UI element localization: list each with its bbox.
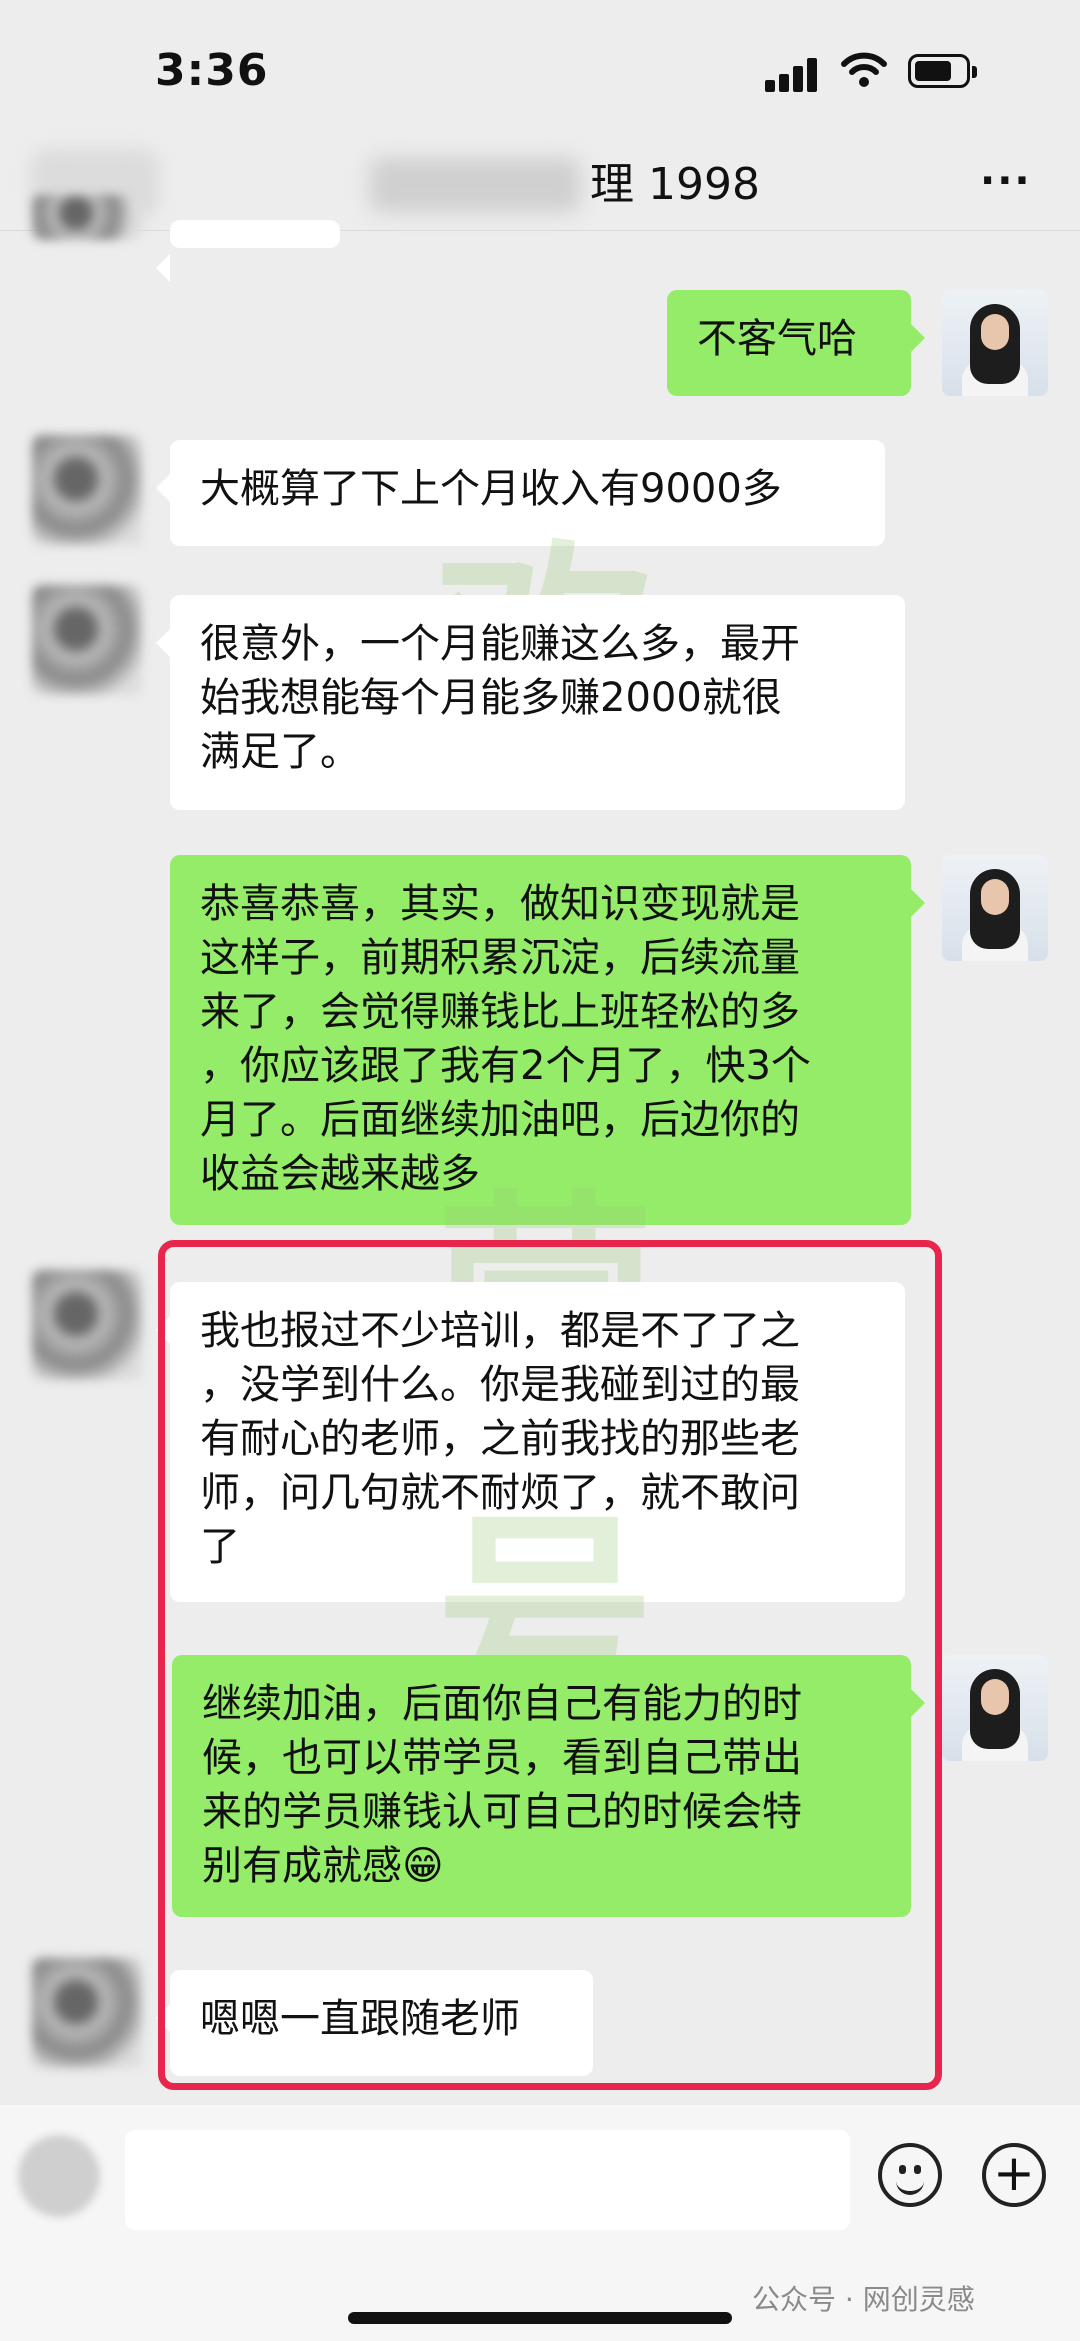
clipped-message-bubble: [156, 220, 340, 282]
contact-avatar: [32, 195, 142, 240]
message-bubble-incoming[interactable]: 很意外，一个月能赚这么多，最开 始我想能每个月能多赚2000就很 满足了。: [156, 595, 905, 810]
chat-header: 理 1998 ···: [0, 140, 1080, 231]
more-options-button[interactable]: ···: [980, 158, 1032, 204]
signal-icon: [765, 58, 819, 92]
source-watermark: 公众号 · 网创灵感: [752, 2283, 975, 2316]
plus-icon[interactable]: +: [982, 2143, 1046, 2207]
voice-button[interactable]: [18, 2135, 100, 2217]
message-input[interactable]: [125, 2130, 850, 2230]
home-indicator[interactable]: [348, 2312, 732, 2324]
wifi-icon: [841, 52, 887, 87]
my-avatar[interactable]: [942, 855, 1048, 961]
contact-avatar[interactable]: [32, 585, 142, 695]
contact-avatar[interactable]: [32, 1270, 142, 1380]
emoji-icon[interactable]: [878, 2143, 942, 2207]
contact-avatar[interactable]: [32, 435, 142, 545]
status-bar: 3:36: [0, 0, 1080, 140]
message-bubble-outgoing[interactable]: 不客气哈: [667, 290, 925, 396]
chat-title: 理 1998: [590, 159, 760, 210]
highlight-frame: [158, 1240, 942, 2090]
my-avatar[interactable]: [942, 1655, 1048, 1761]
my-avatar[interactable]: [942, 290, 1048, 396]
contact-avatar[interactable]: [32, 1958, 142, 2068]
title-redacted: [370, 158, 580, 212]
battery-icon: [908, 54, 977, 88]
message-bubble-outgoing[interactable]: 恭喜恭喜，其实，做知识变现就是 这样子，前期积累沉淀，后续流量 来了，会觉得赚钱…: [170, 855, 925, 1225]
status-time: 3:36: [155, 45, 269, 96]
